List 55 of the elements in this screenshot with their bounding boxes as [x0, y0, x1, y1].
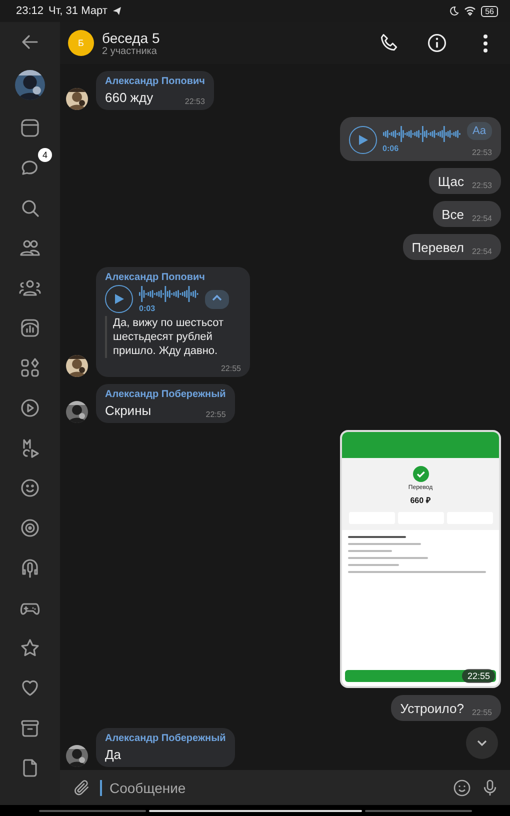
- message-text: 660 жду: [105, 89, 154, 106]
- message-time: 22:54: [472, 213, 492, 223]
- message-time: 22:55: [472, 707, 492, 717]
- transfer-amount: 660 ₽: [410, 495, 431, 505]
- sender-name: Александр Побережный: [105, 733, 226, 744]
- check-icon: [412, 466, 428, 482]
- message-time: 22:54: [472, 246, 492, 256]
- smiley-icon[interactable]: [452, 778, 472, 798]
- play-icon: [113, 293, 125, 305]
- unread-badge: 4: [38, 148, 52, 162]
- message-time: 22:55: [462, 669, 495, 683]
- info-button[interactable]: [426, 32, 448, 54]
- more-icon: [482, 34, 488, 52]
- message-text: Устроило?: [400, 700, 464, 717]
- message-text: Все: [442, 206, 464, 223]
- transcription-text: Да, вижу по шестьсот шестьдесят рублей пришло. Жду давно.: [105, 316, 241, 358]
- moon-icon: [449, 6, 460, 16]
- message-text: Перевел: [412, 239, 464, 256]
- message-composer[interactable]: Сообщение: [60, 770, 510, 805]
- wifi-icon: [464, 6, 476, 16]
- chart-icon[interactable]: [18, 316, 42, 340]
- chat-title: беседа 5: [102, 30, 161, 46]
- message-text: Скрины: [105, 402, 152, 419]
- send-icon: [112, 6, 122, 16]
- status-time: 23:12: [16, 5, 44, 17]
- text-cursor: [100, 780, 102, 796]
- message-time: 22:55: [206, 409, 226, 419]
- message-text: Щас: [438, 173, 464, 190]
- collapse-button[interactable]: [205, 290, 229, 308]
- waveform-drawing: [139, 286, 199, 302]
- play-icon: [356, 134, 369, 146]
- chat-avatar: Б: [68, 30, 94, 56]
- battery-level: 56: [481, 6, 498, 16]
- status-date: Чт, 31 Март: [48, 5, 108, 17]
- message-time: 22:53: [472, 180, 492, 190]
- window-icon[interactable]: [18, 116, 42, 140]
- voice-duration: 0:03: [139, 304, 156, 312]
- voice-duration: 0:06: [382, 144, 400, 153]
- message-time: 22:53: [472, 147, 492, 157]
- sender-name: Александр Попович: [105, 272, 206, 283]
- chat-subtitle: 2 участника: [102, 46, 158, 56]
- message-time: 22:55: [220, 363, 241, 373]
- smiley-icon[interactable]: [18, 476, 42, 500]
- message-input[interactable]: Сообщение: [110, 780, 444, 796]
- sender-name: Александр Попович: [105, 76, 205, 87]
- play-icon[interactable]: [18, 396, 42, 420]
- message-text: Да: [105, 746, 122, 763]
- info-icon: [426, 32, 448, 54]
- apps-icon[interactable]: [18, 356, 42, 380]
- message-time: 22:53: [184, 96, 205, 106]
- play-button[interactable]: [348, 126, 377, 154]
- caret-icon: [211, 292, 223, 302]
- play-button[interactable]: [105, 285, 133, 313]
- target-icon[interactable]: [18, 516, 42, 540]
- sender-name: Александр Побережный: [105, 389, 226, 400]
